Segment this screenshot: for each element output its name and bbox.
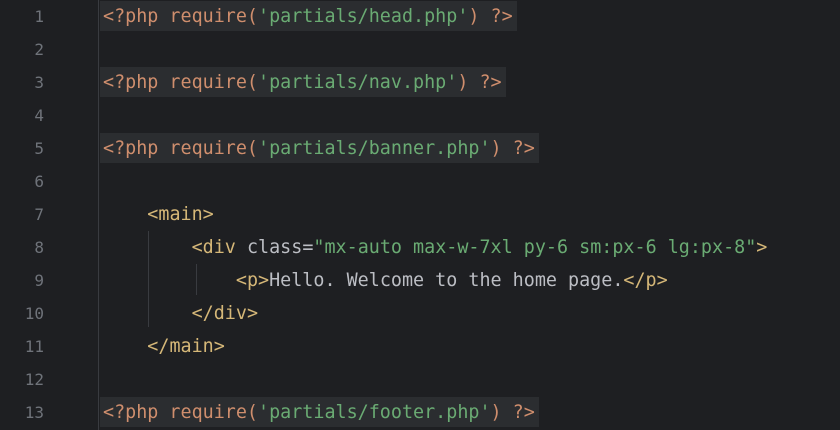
code-text[interactable]: <?php require('partials/banner.php') ?> bbox=[103, 132, 535, 165]
code-line[interactable]: 10 </div> bbox=[0, 297, 840, 330]
line-number: 13 bbox=[24, 403, 44, 422]
line-number: 7 bbox=[34, 205, 44, 224]
token-tag: <div bbox=[191, 237, 247, 258]
token-str: 'partials/head.php' bbox=[258, 6, 469, 27]
code-line[interactable]: 4 bbox=[0, 99, 840, 132]
line-number: 3 bbox=[34, 73, 44, 92]
code-line[interactable]: 13 <?php require('partials/footer.php') ?… bbox=[0, 396, 840, 429]
code-text[interactable]: <main> bbox=[103, 198, 214, 231]
code-line[interactable]: 7 <main> bbox=[0, 198, 840, 231]
token-str: 'partials/banner.php' bbox=[258, 138, 491, 159]
indent-guide-div bbox=[196, 264, 197, 295]
token-php: ) ?> bbox=[457, 72, 502, 93]
code-text[interactable]: <?php require('partials/head.php') ?> bbox=[103, 0, 513, 33]
indent-guide-main bbox=[148, 231, 149, 327]
token-attr: class bbox=[246, 237, 303, 258]
code-text[interactable]: <div class="mx-auto max-w-7xl py-6 sm:px… bbox=[103, 231, 768, 264]
line-number: 4 bbox=[34, 106, 44, 125]
token-str: 'partials/nav.php' bbox=[258, 72, 458, 93]
code-text[interactable]: <?php require('partials/nav.php') ?> bbox=[103, 66, 502, 99]
token-tag: <p> bbox=[235, 270, 270, 291]
token-str: 'partials/footer.php' bbox=[258, 402, 491, 423]
token-tag: <main> bbox=[147, 204, 214, 225]
token-tag: > bbox=[756, 237, 768, 258]
code-text[interactable]: </div> bbox=[103, 297, 258, 330]
line-number: 12 bbox=[24, 370, 44, 389]
code-line[interactable]: 5 <?php require('partials/banner.php') ?> bbox=[0, 132, 840, 165]
line-number: 9 bbox=[34, 271, 44, 290]
line-number: 8 bbox=[34, 238, 44, 257]
code-line[interactable]: 12 bbox=[0, 363, 840, 396]
token-php: <?php require( bbox=[103, 402, 259, 423]
line-number: 6 bbox=[34, 172, 44, 191]
token-php: <?php require( bbox=[103, 6, 259, 27]
line-number: 5 bbox=[34, 139, 44, 158]
line-number: 2 bbox=[34, 40, 44, 59]
line-number: 10 bbox=[24, 304, 44, 323]
code-line[interactable]: 8 <div class="mx-auto max-w-7xl py-6 sm:… bbox=[0, 231, 840, 264]
token-php: <?php require( bbox=[103, 138, 259, 159]
code-editor[interactable]: 1 <?php require('partials/head.php') ?> 2 3… bbox=[0, 0, 840, 430]
code-line[interactable]: 1 <?php require('partials/head.php') ?> bbox=[0, 0, 840, 33]
code-line[interactable]: 9 <p>Hello. Welcome to the home page.</p… bbox=[0, 264, 840, 297]
code-text[interactable]: </main> bbox=[103, 330, 225, 363]
token-str: "mx-auto max-w-7xl py-6 sm:px-6 lg:px-8" bbox=[313, 237, 757, 258]
line-number: 1 bbox=[34, 7, 44, 26]
code-line[interactable]: 3 <?php require('partials/nav.php') ?> bbox=[0, 66, 840, 99]
code-text[interactable]: <p>Hello. Welcome to the home page.</p> bbox=[103, 264, 668, 297]
code-text[interactable]: <?php require('partials/footer.php') ?> bbox=[103, 396, 535, 429]
code-line[interactable]: 2 bbox=[0, 33, 840, 66]
code-line[interactable]: 6 bbox=[0, 165, 840, 198]
token-tag: </main> bbox=[147, 336, 225, 357]
token-php: <?php require( bbox=[103, 72, 259, 93]
token-tag: </p> bbox=[623, 270, 668, 291]
token-php: ) ?> bbox=[468, 6, 513, 27]
token-php: ) ?> bbox=[490, 402, 535, 423]
code-line[interactable]: 11 </main> bbox=[0, 330, 840, 363]
token-txt: = bbox=[302, 237, 314, 258]
token-txt: Hello. Welcome to the home page. bbox=[269, 270, 624, 291]
token-php: ) ?> bbox=[490, 138, 535, 159]
line-number: 11 bbox=[24, 337, 44, 356]
token-tag: </div> bbox=[191, 303, 259, 324]
